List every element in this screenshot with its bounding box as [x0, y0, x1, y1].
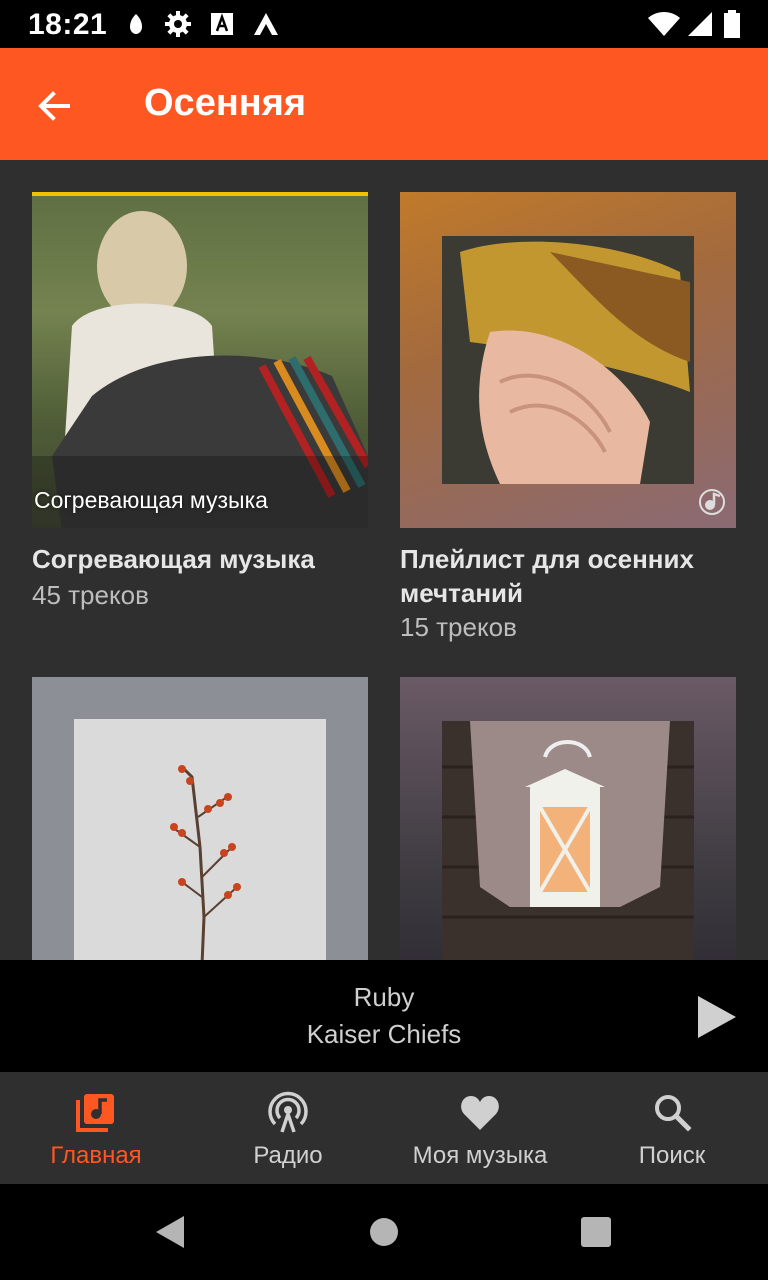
music-note-icon	[699, 489, 725, 515]
cover-artwork	[442, 721, 694, 960]
cover-caption: Согревающая музыка	[34, 487, 268, 513]
playlist-card[interactable]: Плейлист для осенних мечтаний 15 треков	[400, 192, 736, 672]
player-artist: Kaiser Chiefs	[306, 1019, 462, 1049]
playlist-card[interactable]: Согревающая музыка Согревающая музыка 45…	[32, 192, 368, 632]
nav-item-radio[interactable]: Радио	[192, 1072, 384, 1184]
page-title: Осенняя	[144, 82, 307, 124]
wifi-icon	[648, 12, 680, 36]
playlist-card[interactable]	[400, 677, 736, 960]
playlist-cover	[400, 192, 736, 528]
bottom-navigation: Главная Радио Моя музыка Поиск	[0, 1072, 768, 1184]
nav-item-search[interactable]: Поиск	[576, 1072, 768, 1184]
settings-gear-icon	[165, 11, 191, 37]
text-a-icon	[211, 13, 233, 35]
playlist-cover: Согревающая музыка	[32, 192, 368, 528]
app-bar: Осенняя	[0, 48, 768, 160]
play-icon[interactable]	[692, 992, 742, 1042]
notification-icon	[130, 14, 142, 34]
search-icon	[655, 1095, 692, 1132]
nav-label: Моя музыка	[412, 1142, 548, 1169]
recents-square-icon[interactable]	[578, 1214, 614, 1250]
arrow-back-icon[interactable]	[32, 84, 76, 128]
podcast-radio-icon	[268, 1091, 308, 1133]
heart-icon	[461, 1096, 499, 1130]
cover-artwork	[32, 196, 368, 528]
playlist-track-count: 45 треков	[32, 580, 149, 610]
playlist-title: Плейлист для осенних мечтаний	[400, 544, 694, 608]
mini-player[interactable]: Ruby Kaiser Chiefs	[0, 960, 768, 1072]
nav-label: Главная	[50, 1142, 142, 1169]
nav-item-my-music[interactable]: Моя музыка	[384, 1072, 576, 1184]
playlist-cover	[32, 677, 368, 960]
status-time: 18:21	[28, 8, 108, 41]
nav-item-home[interactable]: Главная	[0, 1072, 192, 1184]
player-track-title: Ruby	[353, 982, 415, 1012]
battery-icon	[724, 10, 740, 38]
cover-artwork	[442, 236, 694, 484]
signal-icon	[688, 12, 712, 36]
library-music-icon	[76, 1094, 114, 1132]
nav-label: Поиск	[638, 1142, 706, 1169]
playlist-grid: Согревающая музыка Согревающая музыка 45…	[0, 160, 768, 960]
status-bar: 18:21	[0, 0, 768, 48]
system-navigation-bar	[0, 1184, 768, 1280]
nav-label: Радио	[253, 1142, 323, 1169]
playlist-title: Согревающая музыка	[32, 544, 315, 574]
back-triangle-icon[interactable]	[154, 1214, 190, 1250]
playlist-card[interactable]	[32, 677, 368, 960]
home-circle-icon[interactable]	[366, 1214, 402, 1250]
playlist-track-count: 15 треков	[400, 612, 517, 642]
app-logo-icon	[254, 13, 278, 35]
cover-artwork	[74, 719, 326, 960]
playlist-cover	[400, 677, 736, 960]
